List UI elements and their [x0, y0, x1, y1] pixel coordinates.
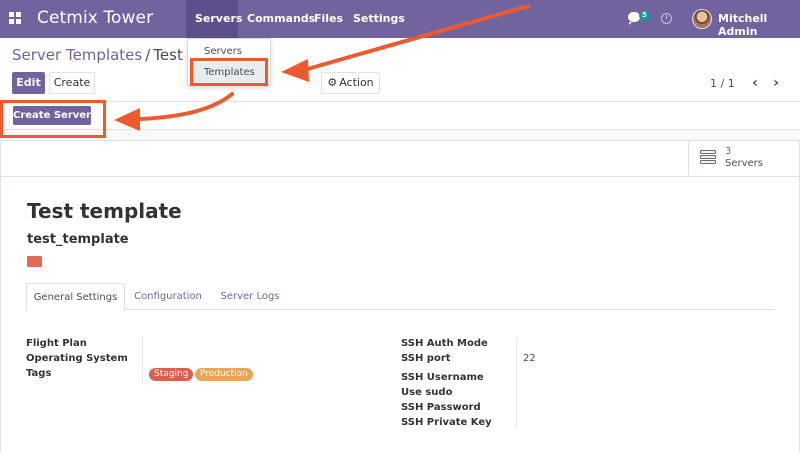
servers-label: Servers — [725, 158, 764, 169]
form-sheet: 3 Servers Test template test_template Ge… — [0, 140, 800, 452]
tag-production[interactable]: Production — [195, 368, 253, 381]
field-label-ssh-auth-mode: SSH Auth Mode — [401, 338, 488, 349]
right-field-divider — [516, 337, 517, 429]
templates-highlight-box — [190, 58, 268, 86]
field-label-flight-plan: Flight Plan — [26, 338, 87, 349]
record-reference[interactable]: test_template — [27, 232, 129, 247]
chat-count-badge: 5 — [639, 11, 650, 20]
field-label-tags: Tags — [26, 368, 52, 379]
activity-clock-icon[interactable] — [661, 13, 672, 24]
ssh-port-value[interactable]: 22 — [523, 353, 536, 364]
pager-next-icon[interactable]: › — [768, 72, 784, 94]
menu-servers[interactable]: Servers — [186, 0, 242, 38]
user-name[interactable]: Mitchell Admin — [718, 12, 800, 38]
field-label-ssh-username: SSH Username — [401, 372, 484, 383]
tag-staging[interactable]: Staging — [149, 368, 194, 381]
pager-previous-icon[interactable]: ‹ — [747, 72, 763, 94]
edit-button[interactable]: Edit — [12, 72, 45, 94]
color-swatch[interactable] — [27, 256, 42, 267]
left-field-divider — [142, 337, 143, 383]
servers-count: 3 — [725, 146, 732, 157]
gear-icon: ⚙ — [327, 76, 338, 89]
create-button[interactable]: Create — [49, 72, 95, 94]
apps-menu-icon[interactable] — [9, 12, 21, 24]
field-label-operating-system: Operating System — [26, 353, 128, 364]
pager-value[interactable]: 1 / 1 — [710, 77, 735, 90]
action-label: Action — [339, 76, 374, 89]
action-button[interactable]: ⚙ Action — [321, 72, 380, 94]
breadcrumb: Server Templates / Test te — [12, 46, 203, 64]
tab-general-settings[interactable]: General Settings — [26, 283, 125, 311]
notebook-tabs: General Settings Configuration Server Lo… — [26, 283, 775, 311]
breadcrumb-separator: / — [145, 46, 151, 64]
create-server-highlight-box — [0, 100, 106, 138]
menu-settings[interactable]: Settings — [344, 0, 414, 38]
servers-smart-button[interactable]: 3 Servers — [688, 141, 799, 176]
servers-icon — [700, 150, 716, 166]
top-navbar: Cetmix Tower Servers Commands Files Sett… — [0, 0, 800, 38]
field-label-ssh-port: SSH port — [401, 353, 451, 364]
control-panel: Server Templates / Test te Edit Create ⚙ Ac… — [0, 38, 800, 102]
smart-button-box: 3 Servers — [1, 141, 799, 177]
breadcrumb-server-templates[interactable]: Server Templates — [12, 46, 142, 64]
tab-server-logs[interactable]: Server Logs — [214, 283, 286, 310]
form-statusbar: Create Server — [0, 102, 800, 130]
field-label-ssh-password: SSH Password — [401, 402, 481, 413]
record-title[interactable]: Test template — [27, 199, 182, 223]
field-label-use-sudo: Use sudo — [401, 387, 453, 398]
user-avatar[interactable] — [692, 9, 712, 29]
app-brand[interactable]: Cetmix Tower — [37, 8, 153, 28]
field-label-ssh-private-key: SSH Private Key — [401, 417, 492, 428]
tab-configuration[interactable]: Configuration — [128, 283, 208, 310]
